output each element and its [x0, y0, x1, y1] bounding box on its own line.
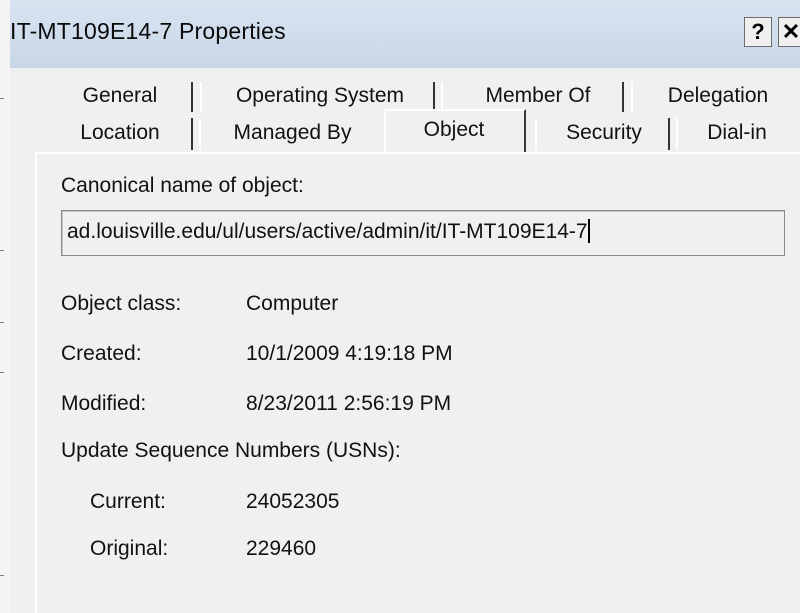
tab-location[interactable]: Location: [50, 117, 190, 149]
usn-current-label: Current:: [90, 490, 166, 513]
help-button[interactable]: ?: [744, 17, 772, 47]
modified-value: 8/23/2011 2:56:19 PM: [246, 392, 452, 415]
tab-security[interactable]: Security: [537, 117, 671, 149]
tab-dial-in[interactable]: Dial-in: [678, 117, 796, 149]
window-title: IT-MT109E14-7 Properties: [10, 18, 286, 44]
tab-divider: [433, 82, 435, 112]
tab-divider: [191, 118, 193, 150]
title-bar[interactable]: IT-MT109E14-7 Properties ? ✕: [10, 0, 800, 68]
usn-original-value: 229460: [246, 537, 317, 560]
tab-delegation[interactable]: Delegation: [638, 80, 798, 112]
tab-general[interactable]: General: [50, 80, 190, 112]
edge-tick: [0, 575, 4, 576]
usn-original-label: Original:: [90, 537, 169, 560]
object-class-label: Object class:: [61, 292, 182, 315]
tab-object[interactable]: Object: [386, 114, 522, 146]
edge-tick: [0, 250, 4, 251]
tab-divider: [191, 82, 193, 112]
usn-current-value: 24052305: [246, 490, 340, 513]
canonical-name-value: ad.louisville.edu/ul/users/active/admin/…: [67, 220, 588, 243]
tab-divider: [441, 82, 443, 112]
usn-heading: Update Sequence Numbers (USNs):: [61, 439, 401, 462]
tab-member-of[interactable]: Member Of: [450, 80, 626, 112]
edge-tick: [0, 372, 4, 373]
created-label: Created:: [61, 342, 142, 365]
close-button[interactable]: ✕: [778, 17, 800, 47]
tab-divider: [631, 82, 633, 112]
tab-object-selected[interactable]: Object: [384, 109, 526, 154]
edge-tick: [0, 322, 4, 323]
canonical-name-label: Canonical name of object:: [61, 174, 304, 197]
tab-divider: [200, 82, 202, 112]
object-class-value: Computer: [246, 292, 339, 315]
canonical-name-field[interactable]: ad.louisville.edu/ul/users/active/admin/…: [61, 210, 785, 256]
tab-operating-system[interactable]: Operating System: [208, 80, 432, 112]
modified-label: Modified:: [61, 392, 147, 415]
properties-dialog: IT-MT109E14-7 Properties ? ✕ General Ope…: [10, 0, 800, 613]
tab-managed-by[interactable]: Managed By: [200, 117, 385, 149]
edge-tick: [0, 98, 4, 99]
tab-divider: [668, 118, 670, 150]
created-value: 10/1/2009 4:19:18 PM: [246, 342, 453, 365]
background-window-edge: [0, 0, 10, 613]
text-caret: [587, 219, 590, 243]
tab-divider: [622, 82, 624, 112]
screen: IT-MT109E14-7 Properties ? ✕ General Ope…: [0, 0, 800, 613]
